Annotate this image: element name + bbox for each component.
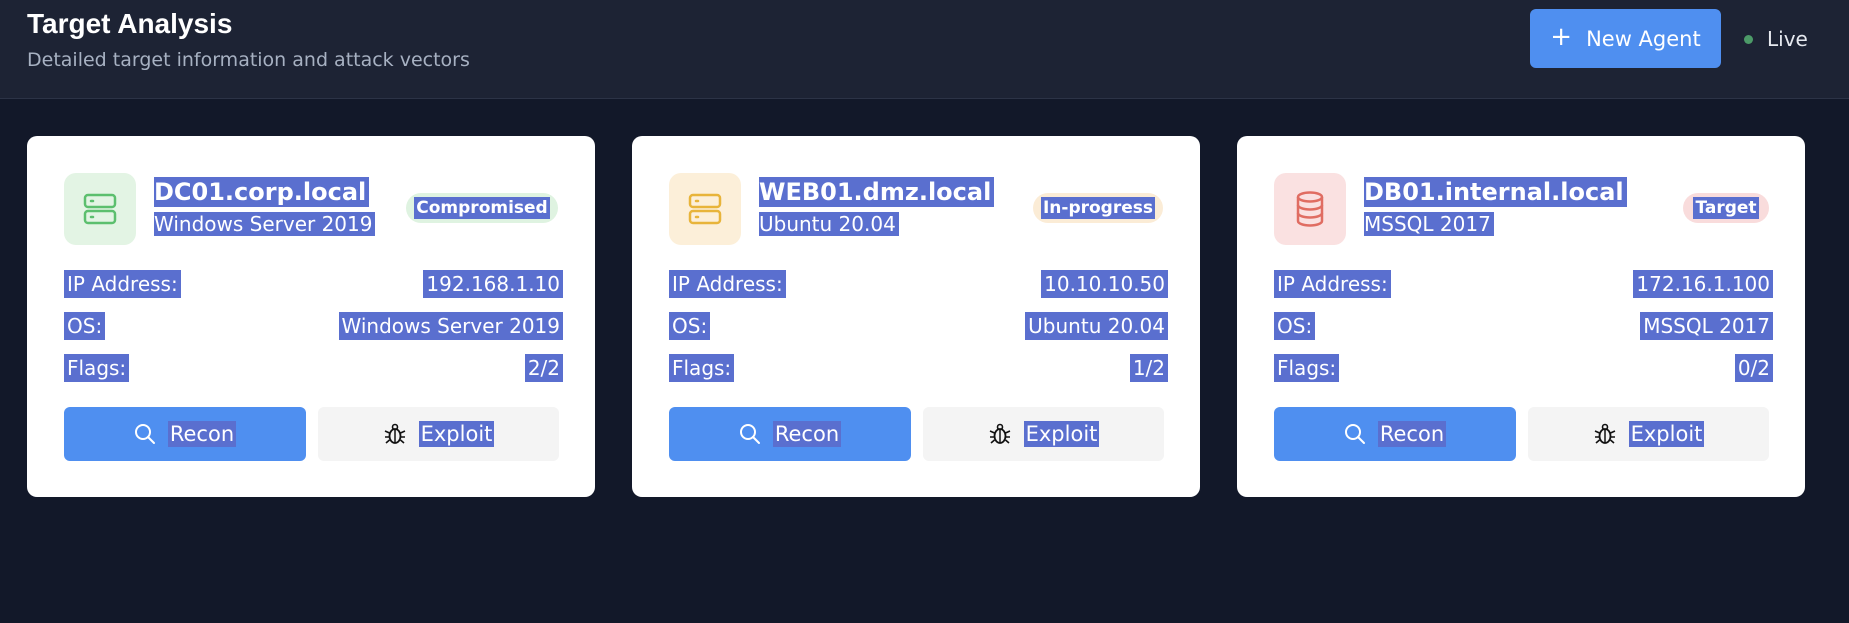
status-badge: Compromised [406,193,558,223]
target-subtitle: MSSQL 2017 [1364,212,1494,236]
ip-label: IP Address: [64,270,181,298]
flags-label: Flags: [64,354,130,382]
flags-label: Flags: [1274,354,1340,382]
status-badge: In-progress [1033,193,1163,223]
ip-value: 10.10.10.50 [1041,270,1168,298]
exploit-button[interactable]: Exploit [1528,407,1769,461]
os-value: Windows Server 2019 [338,312,563,340]
exploit-label: Exploit [418,421,495,447]
flags-label: Flags: [669,354,735,382]
recon-button[interactable]: Recon [669,407,911,461]
os-label: OS: [1274,312,1316,340]
bug-icon [1594,423,1615,444]
flags-value: 2/2 [524,354,563,382]
live-indicator: Live [1744,27,1808,51]
os-value: Ubuntu 20.04 [1025,312,1168,340]
target-subtitle: Windows Server 2019 [154,212,376,236]
status-badge: Target [1683,193,1769,223]
server-icon [669,173,741,245]
target-card-db01: DB01.internal.local MSSQL 2017 Target IP… [1237,136,1805,497]
exploit-button[interactable]: Exploit [923,407,1164,461]
server-icon [64,173,136,245]
page-header: Target Analysis Detailed target informat… [0,0,1849,99]
search-icon [134,424,155,444]
exploit-label: Exploit [1628,421,1705,447]
bug-icon [989,423,1010,444]
target-name: DB01.internal.local [1364,177,1627,207]
recon-label: Recon [772,421,842,447]
os-label: OS: [64,312,106,340]
os-label: OS: [669,312,711,340]
os-value: MSSQL 2017 [1640,312,1773,340]
new-agent-label: New Agent [1586,26,1701,51]
target-subtitle: Ubuntu 20.04 [759,212,899,236]
ip-label: IP Address: [669,270,786,298]
target-card-web01: WEB01.dmz.local Ubuntu 20.04 In-progress… [632,136,1200,497]
new-agent-button[interactable]: + New Agent [1530,9,1721,68]
status-dot-icon [1744,34,1753,44]
database-icon [1274,173,1346,245]
recon-button[interactable]: Recon [64,407,306,461]
search-icon [739,424,760,444]
plus-icon: + [1550,22,1573,52]
bug-icon [384,423,405,444]
recon-label: Recon [1377,421,1447,447]
live-label: Live [1767,27,1808,51]
search-icon [1344,424,1365,444]
page-title: Target Analysis [27,8,233,39]
recon-label: Recon [167,421,237,447]
recon-button[interactable]: Recon [1274,407,1516,461]
target-name: DC01.corp.local [154,177,370,207]
exploit-label: Exploit [1023,421,1100,447]
flags-value: 0/2 [1734,354,1773,382]
ip-value: 192.168.1.10 [423,270,563,298]
page-subtitle: Detailed target information and attack v… [27,49,470,71]
target-name: WEB01.dmz.local [759,177,995,207]
flags-value: 1/2 [1129,354,1168,382]
exploit-button[interactable]: Exploit [318,407,559,461]
target-card-dc01: DC01.corp.local Windows Server 2019 Comp… [27,136,595,497]
ip-value: 172.16.1.100 [1633,270,1773,298]
ip-label: IP Address: [1274,270,1391,298]
